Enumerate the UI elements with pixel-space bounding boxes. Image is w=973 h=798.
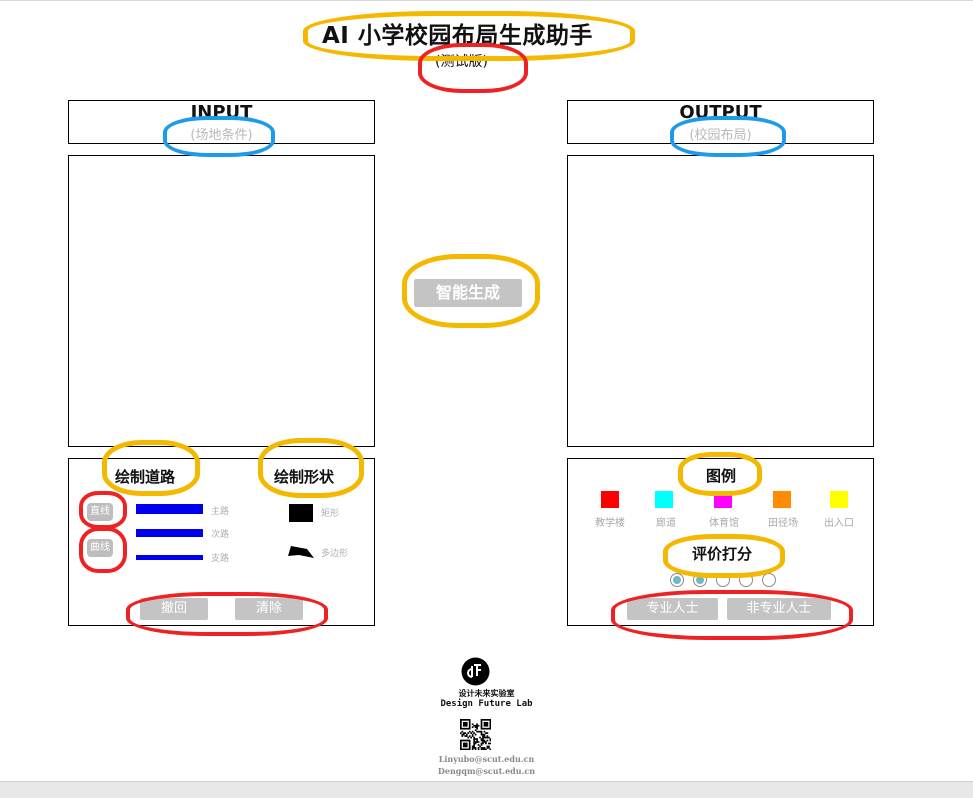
rating-option-4[interactable] [739, 573, 753, 587]
legend-label-entrance: 出入口 [824, 518, 854, 529]
legend-label-teaching: 教学楼 [595, 518, 625, 529]
app-title: AI 小学校园布局生成助手 [322, 23, 593, 49]
input-header-title: INPUT [190, 102, 253, 123]
legend-swatch-track [773, 491, 791, 508]
top-border [0, 0, 973, 1]
draw-road-title: 绘制道路 [115, 468, 176, 486]
legend-label-gym: 体育馆 [709, 518, 739, 529]
legend-title: 图例 [706, 467, 737, 485]
legend-swatch-entrance [830, 491, 848, 508]
lab-name-cn: 设计未来实验室 [458, 689, 515, 698]
rectangle-tool-label: 矩形 [321, 509, 340, 519]
secondary-road-swatch[interactable] [136, 529, 203, 537]
output-header-title: OUTPUT [679, 102, 762, 123]
branch-road-swatch[interactable] [136, 555, 203, 560]
output-header-subtitle: (校园布局) [689, 128, 752, 143]
email-1: Linyubo@scut.edu.cn [438, 754, 535, 764]
rating-option-2[interactable] [693, 573, 707, 587]
secondary-road-label: 次路 [211, 530, 230, 540]
professional-button[interactable]: 专业人士 [627, 598, 718, 620]
polygon-tool-icon[interactable] [287, 543, 315, 561]
draw-shape-title: 绘制形状 [274, 468, 335, 486]
legend-swatch-teaching [601, 491, 619, 508]
output-canvas [567, 155, 874, 447]
legend-rating-panel: 图例 教学楼 廊道 体育馆 田径场 出入口 评价打分 专业人士 非专业人士 [567, 458, 874, 626]
input-canvas[interactable] [68, 155, 375, 447]
polygon-tool-label: 多边形 [321, 549, 349, 559]
branch-road-label: 支路 [211, 554, 230, 564]
legend-label-track: 田径场 [768, 518, 798, 529]
main-road-swatch[interactable] [136, 504, 203, 514]
drawing-tools-panel: 绘制道路 绘制形状 直线 曲线 主路 次路 支路 矩形 多边形 撤回 清除 [68, 458, 375, 626]
clear-button[interactable]: 清除 [235, 598, 303, 620]
rating-option-1[interactable] [670, 573, 684, 587]
legend-label-corridor: 廊道 [656, 518, 676, 529]
qr-code-icon [460, 719, 491, 750]
rating-option-5[interactable] [762, 573, 776, 587]
undo-button[interactable]: 撤回 [140, 598, 208, 620]
rectangle-tool-icon[interactable] [289, 504, 313, 522]
app-subtitle: (测试版) [435, 54, 488, 70]
bottom-scrollbar[interactable] [0, 781, 973, 798]
legend-swatch-corridor [655, 491, 673, 508]
curve-line-button[interactable]: 曲线 [87, 539, 113, 557]
straight-line-button[interactable]: 直线 [87, 503, 113, 521]
main-road-label: 主路 [211, 507, 230, 517]
lab-name-en: Design Future Lab [440, 699, 533, 709]
rating-option-3[interactable] [716, 573, 730, 587]
input-header-box: INPUT (场地条件) [68, 100, 375, 144]
rating-title: 评价打分 [692, 545, 753, 563]
lab-logo [461, 657, 490, 686]
output-header-box: OUTPUT (校园布局) [567, 100, 874, 144]
generate-button[interactable]: 智能生成 [414, 279, 522, 307]
legend-swatch-gym [714, 491, 732, 508]
non-professional-button[interactable]: 非专业人士 [727, 598, 831, 620]
input-header-subtitle: (场地条件) [190, 128, 253, 143]
email-2: Dengqm@scut.edu.cn [437, 766, 536, 776]
